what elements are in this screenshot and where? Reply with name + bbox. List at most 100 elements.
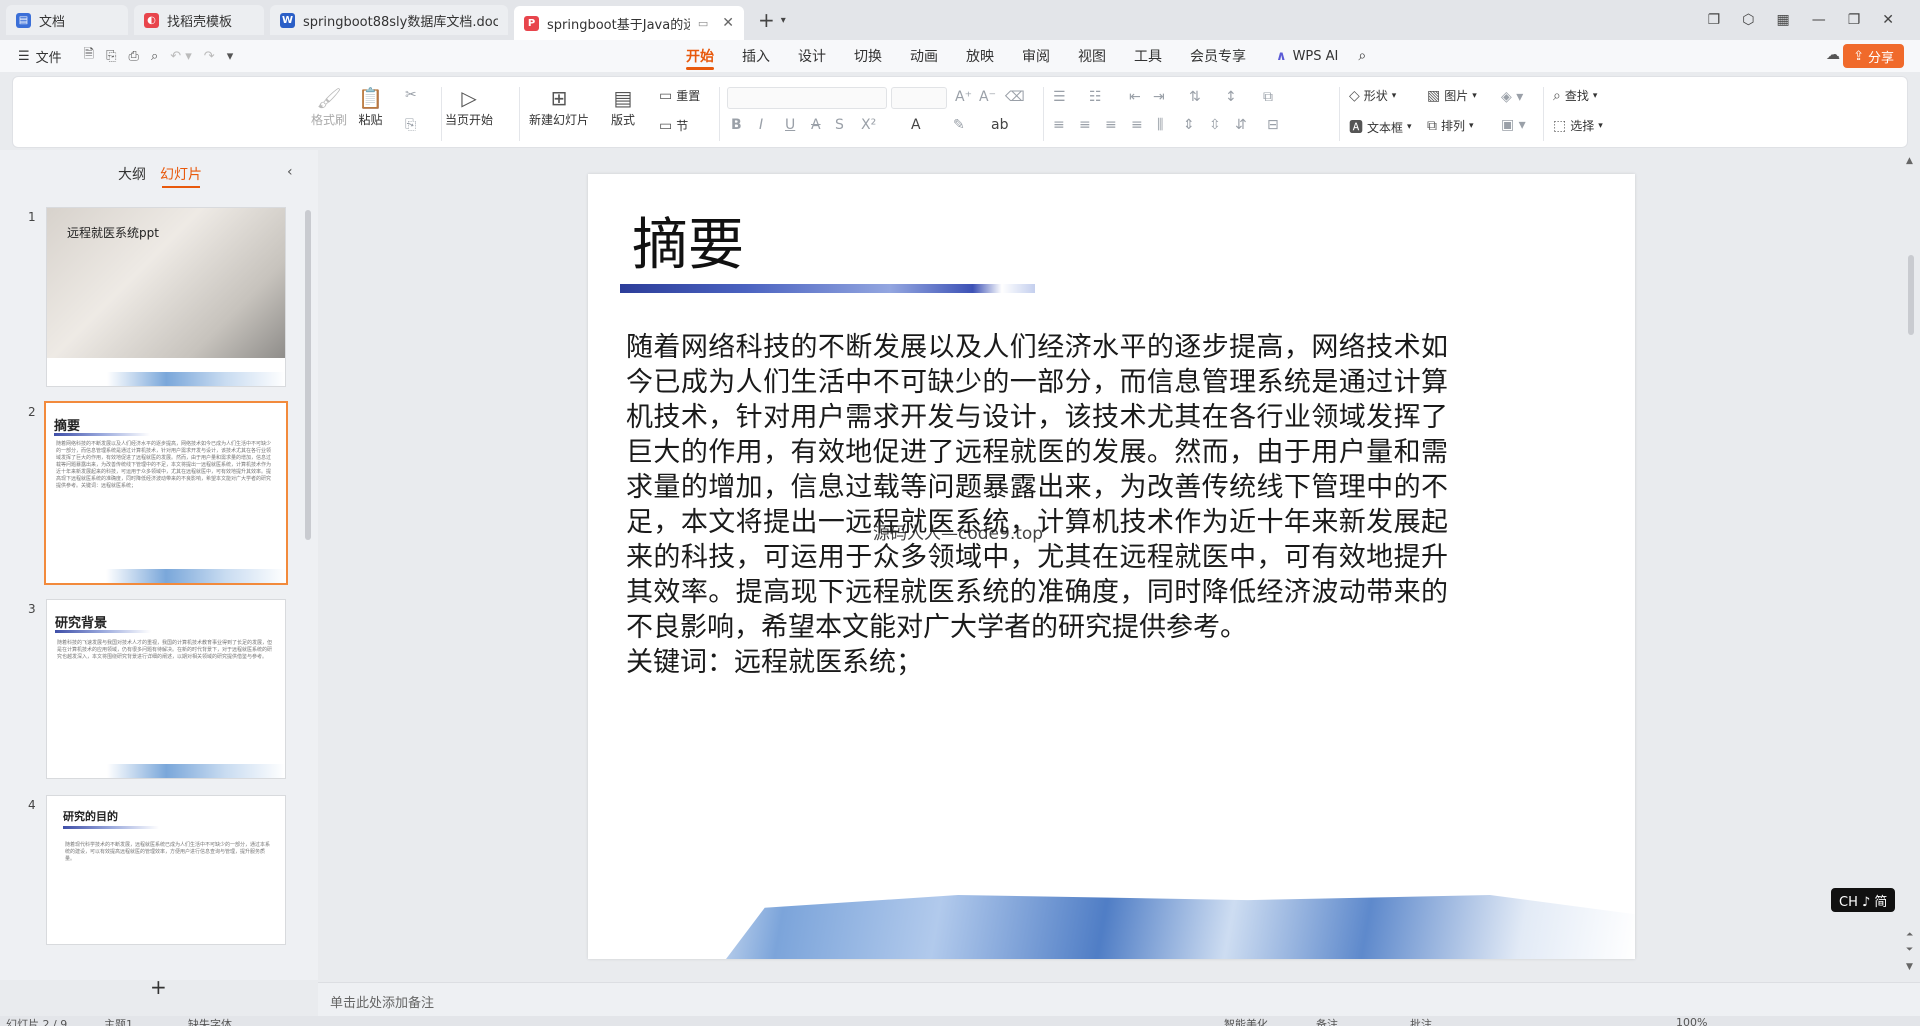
line-spacing-icon[interactable]: ↕ bbox=[1225, 89, 1237, 105]
text-direction-icon[interactable]: ⇅ bbox=[1189, 89, 1201, 105]
chevron-down-icon[interactable]: ▾ bbox=[781, 15, 786, 26]
panel-scrollbar[interactable] bbox=[305, 210, 311, 540]
slide-thumbnail-3[interactable]: 研究背景 随着科技的飞速发展与我国对技术人才的重视，我国的计算机技术教育事业得到… bbox=[46, 599, 286, 779]
next-slide-icon[interactable]: ⏷ bbox=[1906, 945, 1913, 955]
select-button[interactable]: ⬚ 选择 ▾ bbox=[1553, 117, 1603, 134]
cloud-sync-icon[interactable]: ☁ bbox=[1826, 47, 1840, 63]
vertical-align-icon[interactable]: ⇕ bbox=[1183, 117, 1195, 133]
new-tab-icon[interactable]: + bbox=[758, 8, 775, 32]
tab-design[interactable]: 设计 bbox=[784, 40, 840, 72]
prev-slide-icon[interactable]: ⏶ bbox=[1906, 930, 1913, 940]
tab-outline[interactable]: 大纲 bbox=[118, 164, 146, 184]
layout-button[interactable]: ▤ 版式 bbox=[611, 85, 635, 128]
share-button[interactable]: ⇪ 分享 bbox=[1843, 44, 1904, 68]
find-button[interactable]: ⌕ 查找 ▾ bbox=[1553, 87, 1597, 104]
tab-home[interactable]: 开始 bbox=[672, 40, 728, 72]
minimize-icon[interactable]: — bbox=[1812, 12, 1826, 28]
indent-icon[interactable]: ⇥ bbox=[1153, 89, 1165, 105]
vertical-scrollbar[interactable] bbox=[1908, 255, 1914, 335]
notes-toggle[interactable]: 备注 bbox=[1316, 1016, 1338, 1026]
print-preview-icon[interactable]: ⌕ bbox=[151, 49, 158, 64]
undo-icon[interactable]: ↶ ▾ bbox=[170, 49, 192, 64]
file-menu[interactable]: ☰ 文件 bbox=[0, 47, 62, 66]
paragraph-spacing-icon[interactable]: ⇵ bbox=[1235, 117, 1247, 133]
align-left-icon[interactable]: ≡ bbox=[1053, 117, 1065, 133]
ime-indicator[interactable]: CH ♪ 简 bbox=[1831, 888, 1896, 912]
copy-icon[interactable]: ⎘ bbox=[405, 117, 416, 133]
tab-current-presentation[interactable]: P springboot基于Java的远程 ▭ ✕ bbox=[514, 6, 744, 40]
tab-review[interactable]: 审阅 bbox=[1008, 40, 1064, 72]
bullets-icon[interactable]: ☰ bbox=[1053, 89, 1066, 105]
customize-icon[interactable]: ▾ bbox=[227, 49, 234, 64]
clear-format-icon[interactable]: ⌫ bbox=[1005, 89, 1025, 105]
window-layout-icon[interactable]: ❐ bbox=[1708, 12, 1721, 28]
superscript-icon[interactable]: X² bbox=[861, 117, 876, 133]
tab-docer-templates[interactable]: ◐ 找稻壳模板 bbox=[134, 5, 264, 35]
distribute-icon[interactable]: ⇳ bbox=[1209, 117, 1221, 133]
italic-icon[interactable]: I bbox=[759, 117, 763, 133]
tab-transitions[interactable]: 切换 bbox=[840, 40, 896, 72]
smart-beautify-button[interactable]: 智能美化 bbox=[1224, 1016, 1268, 1026]
cut-icon[interactable]: ✂ bbox=[405, 87, 417, 103]
tab-slideshow[interactable]: 放映 bbox=[952, 40, 1008, 72]
slide-body-textbox[interactable]: 随着网络科技的不断发展以及人们经济水平的逐步提高，网络技术如今已成为人们生活中不… bbox=[626, 330, 1448, 680]
search-icon[interactable]: ⌕ bbox=[1358, 48, 1366, 64]
align-right-icon[interactable]: ≡ bbox=[1105, 117, 1117, 133]
comments-toggle[interactable]: 批注 bbox=[1410, 1016, 1432, 1026]
outdent-icon[interactable]: ⇤ bbox=[1129, 89, 1141, 105]
smart-art-icon[interactable]: ⧉ bbox=[1263, 89, 1273, 105]
tab-word-document[interactable]: W springboot88sly数据库文档.doc bbox=[270, 5, 508, 35]
tab-member[interactable]: 会员专享 bbox=[1176, 40, 1260, 72]
add-slide-icon[interactable]: + bbox=[150, 975, 167, 999]
new-slide-button[interactable]: ⊞ 新建幻灯片 bbox=[529, 85, 589, 128]
textbox-button[interactable]: 🅰 文本框 ▾ bbox=[1349, 117, 1412, 137]
missing-font[interactable]: 缺失字体 bbox=[188, 1016, 232, 1026]
shadow-icon[interactable]: S bbox=[835, 117, 844, 133]
redo-icon[interactable]: ↷ bbox=[204, 49, 215, 64]
tab-slides[interactable]: 幻灯片 bbox=[160, 164, 202, 188]
slide-thumbnail-1[interactable]: 远程就医系统ppt bbox=[46, 207, 286, 387]
decrease-font-icon[interactable]: A⁻ bbox=[979, 89, 996, 105]
reset-button[interactable]: ▭ 重置 bbox=[659, 87, 700, 104]
notes-pane[interactable]: 单击此处添加备注 bbox=[318, 982, 1920, 1016]
cube-icon[interactable]: ⬡ bbox=[1742, 12, 1754, 28]
close-window-icon[interactable]: ✕ bbox=[1882, 12, 1894, 28]
section-button[interactable]: ▭ 节 bbox=[659, 117, 688, 134]
theme-name[interactable]: 主题1 bbox=[104, 1016, 133, 1026]
shape-button[interactable]: ◇ 形状 ▾ bbox=[1349, 87, 1396, 104]
increase-font-icon[interactable]: A⁺ bbox=[955, 89, 972, 105]
arrange-button[interactable]: ⧉ 排列 ▾ bbox=[1427, 117, 1474, 134]
fill-icon[interactable]: ◈ ▾ bbox=[1501, 89, 1523, 105]
char-spacing-icon[interactable]: ab bbox=[991, 117, 1008, 133]
slide-title[interactable]: 摘要 bbox=[632, 200, 744, 281]
font-color-icon[interactable]: A bbox=[911, 117, 921, 133]
export-pdf-icon[interactable]: ⎘ bbox=[106, 49, 116, 64]
user-avatar-icon[interactable]: ▦ bbox=[1776, 12, 1789, 28]
bold-icon[interactable]: B bbox=[731, 117, 742, 133]
highlight-icon[interactable]: ✎ bbox=[953, 117, 965, 133]
tab-animations[interactable]: 动画 bbox=[896, 40, 952, 72]
format-painter-button[interactable]: 🖌 格式刷 bbox=[311, 85, 347, 128]
save-icon[interactable]: 🗎 bbox=[84, 45, 94, 67]
scroll-up-icon[interactable]: ▲ bbox=[1906, 156, 1913, 166]
paste-button[interactable]: 📋 粘贴 bbox=[358, 85, 383, 128]
restore-icon[interactable]: ❐ bbox=[1848, 12, 1861, 28]
columns-icon[interactable]: ⫼ bbox=[1157, 117, 1163, 133]
font-family-select[interactable] bbox=[727, 87, 887, 109]
current-slide[interactable]: 摘要 随着网络科技的不断发展以及人们经济水平的逐步提高，网络技术如今已成为人们生… bbox=[588, 174, 1635, 959]
outline-icon[interactable]: ▣ ▾ bbox=[1501, 117, 1526, 133]
numbering-icon[interactable]: ☷ bbox=[1089, 89, 1102, 105]
slide-thumbnail-2[interactable]: 摘要 随着网络科技的不断发展以及人们经济水平的逐步提高，网络技术如今已成为人们生… bbox=[44, 401, 288, 585]
close-tab-icon[interactable]: ✕ bbox=[722, 15, 734, 31]
align-center-icon[interactable]: ≡ bbox=[1079, 117, 1091, 133]
screen-icon[interactable]: ▭ bbox=[698, 17, 708, 30]
slide-thumbnail-4[interactable]: 研究的目的 随着现代科学技术的不断发展，远程就医系统已成为人们生活中不可缺少的一… bbox=[46, 795, 286, 945]
justify-icon[interactable]: ≡ bbox=[1131, 117, 1143, 133]
scroll-down-icon[interactable]: ▼ bbox=[1906, 962, 1913, 972]
tab-tools[interactable]: 工具 bbox=[1120, 40, 1176, 72]
print-icon[interactable]: ⎙ bbox=[129, 49, 139, 64]
chevron-left-icon[interactable]: ‹ bbox=[287, 164, 293, 180]
tab-view[interactable]: 视图 bbox=[1064, 40, 1120, 72]
strikethrough-icon[interactable]: A bbox=[811, 117, 821, 133]
picture-button[interactable]: ▧ 图片 ▾ bbox=[1427, 87, 1477, 104]
